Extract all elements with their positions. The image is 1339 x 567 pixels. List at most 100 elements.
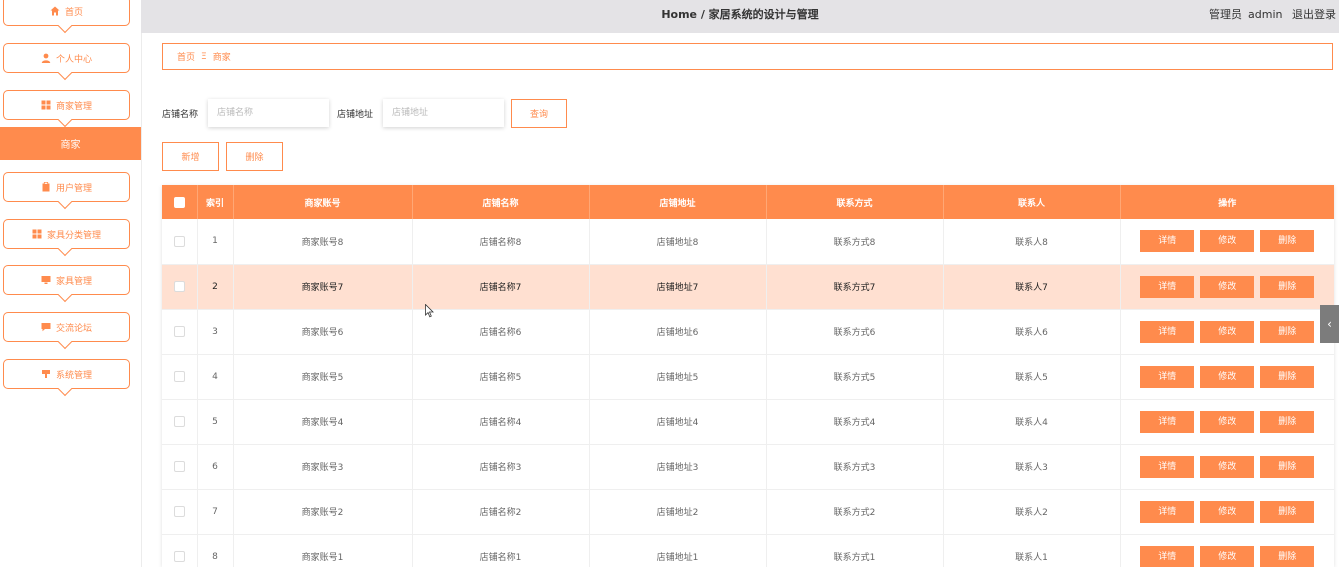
detail-button[interactable]: 详情: [1140, 500, 1195, 523]
row-select-cell: [162, 309, 198, 355]
row-actions-cell: 详情 修改 删除: [1120, 444, 1334, 490]
sidebar: 首页 个人中心 商家管理 商家 用户管理 家具分类管理 家具管理 交流论坛 系统…: [0, 0, 142, 567]
chevron-left-icon[interactable]: ‹: [1320, 305, 1339, 343]
detail-button[interactable]: 详情: [1140, 455, 1195, 478]
contact-cell: 联系方式3: [766, 444, 944, 490]
row-select-cell: [162, 264, 198, 310]
row-checkbox[interactable]: [173, 235, 185, 247]
select-all-checkbox[interactable]: [173, 196, 185, 208]
grid-icon: [32, 229, 42, 239]
select-all-cell: [162, 185, 198, 219]
sidebar-item-user-management[interactable]: 用户管理: [3, 172, 130, 202]
delete-button[interactable]: 删除: [1260, 410, 1315, 433]
detail-button[interactable]: 详情: [1140, 365, 1195, 388]
delete-button[interactable]: 删除: [1260, 455, 1315, 478]
breadcrumb-home[interactable]: 首页: [177, 50, 195, 63]
detail-button[interactable]: 详情: [1140, 320, 1195, 343]
header-user-area: 管理员 admin 退出登录: [1203, 0, 1336, 30]
row-checkbox[interactable]: [173, 371, 185, 382]
shop-address-label: 店铺地址: [337, 110, 374, 120]
index-cell: 8: [197, 534, 234, 567]
shop-name-input[interactable]: [208, 99, 329, 127]
sidebar-item-label: 首页: [64, 7, 83, 18]
edit-button[interactable]: 修改: [1200, 230, 1255, 253]
account-cell: 商家账号8: [233, 219, 413, 265]
person-cell: 联系人1: [943, 534, 1121, 567]
edit-button[interactable]: 修改: [1200, 365, 1255, 388]
table-row[interactable]: 7 商家账号2 店铺名称2 店铺地址2 联系方式2 联系人2 详情 修改 删除: [162, 489, 1334, 535]
query-button[interactable]: 查询: [511, 99, 567, 128]
contact-cell: 联系方式7: [766, 264, 944, 310]
edit-button[interactable]: 修改: [1200, 500, 1255, 523]
edit-button[interactable]: 修改: [1200, 545, 1255, 567]
sidebar-item-home[interactable]: 首页: [3, 0, 130, 26]
person-cell: 联系人5: [943, 354, 1121, 400]
contact-cell: 联系方式6: [766, 309, 944, 355]
delete-button[interactable]: 删除: [1260, 545, 1315, 567]
sidebar-item-furniture-management[interactable]: 家具管理: [3, 265, 130, 295]
breadcrumb-current: 商家: [212, 53, 231, 63]
contact-cell: 联系方式1: [766, 534, 944, 567]
sidebar-item-system-management[interactable]: 系统管理: [3, 359, 130, 389]
table-row[interactable]: 2 商家账号7 店铺名称7 店铺地址7 联系方式7 联系人7 详情 修改 删除: [162, 264, 1334, 310]
shop-name-cell: 店铺名称5: [412, 354, 590, 400]
index-cell: 3: [197, 309, 234, 355]
mouse-cursor-icon: [425, 304, 434, 318]
sidebar-item-category-management[interactable]: 家具分类管理: [3, 219, 130, 249]
edit-button[interactable]: 修改: [1200, 320, 1255, 343]
delete-button[interactable]: 删除: [1260, 275, 1315, 298]
row-select-cell: [162, 219, 198, 265]
logout-link[interactable]: 退出登录: [1292, 8, 1336, 21]
row-checkbox[interactable]: [173, 281, 185, 292]
sidebar-item-label: 家具管理: [55, 276, 92, 287]
row-checkbox[interactable]: [173, 506, 185, 517]
shop-address-input[interactable]: [383, 99, 504, 127]
contact-cell: 联系方式8: [766, 219, 944, 265]
table-row[interactable]: 1 商家账号8 店铺名称8 店铺地址8 联系方式8 联系人8 详情 修改 删除: [162, 219, 1334, 265]
index-cell: 4: [197, 354, 234, 400]
detail-button[interactable]: 详情: [1140, 545, 1195, 567]
delete-button[interactable]: 删除: [1260, 500, 1315, 523]
contact-cell: 联系方式5: [766, 354, 944, 400]
row-checkbox[interactable]: [173, 326, 185, 337]
account-cell: 商家账号6: [233, 309, 413, 355]
account-cell: 商家账号5: [233, 354, 413, 400]
detail-button[interactable]: 详情: [1140, 230, 1195, 253]
sidebar-subitem-merchant[interactable]: 商家: [0, 127, 141, 160]
shop-address-cell: 店铺地址3: [589, 444, 767, 490]
edit-button[interactable]: 修改: [1200, 410, 1255, 433]
delete-button[interactable]: 删除: [1260, 365, 1315, 388]
sidebar-item-profile[interactable]: 个人中心: [3, 43, 130, 73]
row-select-cell: [162, 354, 198, 400]
index-cell: 7: [197, 489, 234, 535]
person-cell: 联系人7: [943, 264, 1121, 310]
detail-button[interactable]: 详情: [1140, 410, 1195, 433]
shop-name-label: 店铺名称: [162, 110, 199, 120]
table-row[interactable]: 3 商家账号6 店铺名称6 店铺地址6 联系方式6 联系人6 详情 修改 删除: [162, 309, 1334, 355]
shop-address-cell: 店铺地址4: [589, 399, 767, 445]
table-row[interactable]: 4 商家账号5 店铺名称5 店铺地址5 联系方式5 联系人5 详情 修改 删除: [162, 354, 1334, 400]
row-checkbox[interactable]: [173, 551, 185, 562]
detail-button[interactable]: 详情: [1140, 275, 1195, 298]
user-role: 管理员: [1209, 8, 1243, 21]
edit-button[interactable]: 修改: [1200, 455, 1255, 478]
sidebar-item-merchant-management[interactable]: 商家管理: [3, 90, 130, 120]
batch-delete-button[interactable]: 删除: [226, 142, 283, 171]
row-checkbox[interactable]: [173, 416, 185, 427]
shop-address-cell: 店铺地址2: [589, 489, 767, 535]
sidebar-item-forum[interactable]: 交流论坛: [3, 312, 130, 342]
account-cell: 商家账号2: [233, 489, 413, 535]
top-header: Home / 家居系统的设计与管理 管理员 admin 退出登录: [141, 0, 1339, 33]
delete-button[interactable]: 删除: [1260, 230, 1315, 253]
person-cell: 联系人4: [943, 399, 1121, 445]
row-actions-cell: 详情 修改 删除: [1120, 264, 1334, 310]
delete-button[interactable]: 删除: [1260, 320, 1315, 343]
table-row[interactable]: 8 商家账号1 店铺名称1 店铺地址1 联系方式1 联系人1 详情 修改 删除: [162, 534, 1334, 567]
person-cell: 联系人8: [943, 219, 1121, 265]
table-row[interactable]: 6 商家账号3 店铺名称3 店铺地址3 联系方式3 联系人3 详情 修改 删除: [162, 444, 1334, 490]
edit-button[interactable]: 修改: [1200, 275, 1255, 298]
row-checkbox[interactable]: [173, 461, 185, 472]
row-actions-cell: 详情 修改 删除: [1120, 489, 1334, 535]
add-button[interactable]: 新增: [162, 142, 219, 171]
table-row[interactable]: 5 商家账号4 店铺名称4 店铺地址4 联系方式4 联系人4 详情 修改 删除: [162, 399, 1334, 445]
